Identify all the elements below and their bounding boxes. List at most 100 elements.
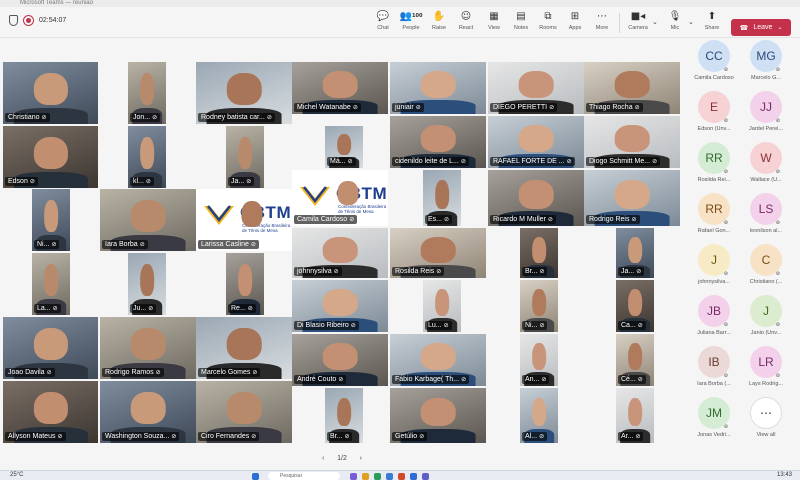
video-tile[interactable]: Di Blasio Ribeiro ⊘ <box>292 280 388 332</box>
video-tile[interactable]: DIEGO PERETTI ⊘ <box>488 62 584 114</box>
roster-participant[interactable]: W Wallace (U... ⊘ <box>742 142 790 183</box>
roster-participant[interactable]: IB Iara Borba (... ⊘ <box>690 346 738 387</box>
view-button[interactable]: ▦ View <box>480 10 508 31</box>
video-tile[interactable]: Washington Souza... ⊘ <box>100 381 196 443</box>
video-tile[interactable]: kl... ⊘ <box>128 126 166 188</box>
roster-participant[interactable]: Jjohnnysilva... ⊘ <box>690 244 738 285</box>
video-tile[interactable]: CBTM Confederação Brasileira de Tênis de … <box>196 189 292 251</box>
view-all-button[interactable]: ⋯ View all <box>742 397 790 438</box>
mic-muted-icon: ⊘ <box>145 178 151 185</box>
participant-name: Ciro Fernandes <box>201 433 250 440</box>
taskbar-search[interactable]: Pesquisar <box>268 472 340 480</box>
video-tile[interactable]: Fábio Karbage( Th... ⊘ <box>390 334 486 386</box>
outlook-icon[interactable] <box>410 473 417 480</box>
roster-participant[interactable]: JJ Jardel Perei... ⊘ <box>742 91 790 132</box>
roster-participant[interactable]: RR Rafael Gon... ⊘ <box>690 193 738 234</box>
raise-hand-button[interactable]: ✋ Raise <box>425 10 453 31</box>
share-button[interactable]: ⬆ Share <box>698 10 726 31</box>
video-tile[interactable]: CBTM Confederação Brasileira de Tênis de … <box>292 170 388 226</box>
video-tile[interactable]: Ni... ⊘ <box>520 280 558 332</box>
weather-widget[interactable]: 25°C <box>10 472 23 478</box>
participant-name: Iara Borba <box>105 241 138 248</box>
video-tile[interactable]: Jon... ⊘ <box>128 62 166 124</box>
teams-icon[interactable] <box>422 473 429 480</box>
video-tile[interactable]: Rosilda Reis ⊘ <box>390 228 486 278</box>
browser-icon[interactable] <box>374 473 381 480</box>
roster-participant[interactable]: RR Rosilda Rei... ⊘ <box>690 142 738 183</box>
roster-participant[interactable]: C Christiano (... ⊘ <box>742 244 790 285</box>
video-tile[interactable]: Br... ⊘ <box>520 228 558 278</box>
video-tile[interactable]: Edson ⊘ <box>3 126 98 188</box>
video-tile[interactable]: Marcelo Gomes ⊘ <box>196 317 292 379</box>
video-tile[interactable]: Rodney batista car... ⊘ <box>196 62 292 124</box>
video-tile[interactable]: Allyson Mateus ⊘ <box>3 381 98 443</box>
participant-video <box>226 328 262 361</box>
video-tile[interactable]: johnnysilva ⊘ <box>292 228 388 278</box>
video-tile[interactable]: Rodrigo Ramos ⊘ <box>100 317 196 379</box>
video-tile[interactable]: Joao Davila ⊘ <box>3 317 98 379</box>
roster-participant[interactable]: LS leonilson al... ⊘ <box>742 193 790 234</box>
video-tile[interactable]: Ju... ⊘ <box>128 253 166 315</box>
video-tile[interactable]: Christiano ⊘ <box>3 62 98 124</box>
video-tile[interactable]: Ciro Fernandes ⊘ <box>196 381 292 443</box>
video-tile[interactable]: cidenildo leite de L... ⊘ <box>390 116 486 168</box>
participant-name-label: Ricardo M Muller ⊘ <box>490 215 556 224</box>
leave-button[interactable]: ☎ Leave ⌄ <box>731 19 791 36</box>
video-tile[interactable]: André Couto ⊘ <box>292 334 388 386</box>
video-tile[interactable]: Ricardo M Muller ⊘ <box>488 170 584 226</box>
taskview-icon[interactable] <box>350 473 357 480</box>
camera-options-chevron-icon[interactable]: ⌄ <box>652 18 658 26</box>
roster-participant[interactable]: LR Lays Rodrig... ⊘ <box>742 346 790 387</box>
rooms-button[interactable]: ⧉ Rooms <box>534 10 562 31</box>
video-tile[interactable]: Thiago Rocha ⊘ <box>584 62 680 114</box>
edge-icon[interactable] <box>386 473 393 480</box>
mic-muted-icon: ⊘ <box>539 433 545 440</box>
file-explorer-icon[interactable] <box>362 473 369 480</box>
video-tile[interactable]: Diogo Schmitt Me... ⊘ <box>584 116 680 168</box>
video-tile[interactable]: Ja... ⊘ <box>226 126 264 188</box>
video-tile[interactable]: Es... ⊘ <box>423 170 461 226</box>
start-menu-icon[interactable] <box>252 473 259 480</box>
video-tile[interactable]: Ni... ⊘ <box>32 189 70 251</box>
video-tile[interactable]: Michel Watanabe ⊘ <box>292 62 388 114</box>
participant-video <box>628 237 642 263</box>
notes-button[interactable]: ▤ Notes <box>507 10 535 31</box>
more-button[interactable]: ⋯ More <box>588 10 616 31</box>
video-tile[interactable]: Al... ⊘ <box>520 388 558 443</box>
video-tile[interactable]: Ca... ⊘ <box>616 280 654 332</box>
video-tile[interactable]: Ar... ⊘ <box>616 388 654 443</box>
video-tile[interactable]: juniair ⊘ <box>390 62 486 114</box>
office-icon[interactable] <box>398 473 405 480</box>
video-tile[interactable]: Cé... ⊘ <box>616 334 654 386</box>
mic-button[interactable]: 🎙 Mic <box>661 10 689 31</box>
video-tile[interactable]: Ja... ⊘ <box>616 228 654 278</box>
mic-options-chevron-icon[interactable]: ⌄ <box>688 18 694 26</box>
participant-video <box>226 392 262 425</box>
prev-page-button[interactable]: ‹ <box>322 455 324 462</box>
mic-muted-icon: ⊘ <box>635 433 641 440</box>
video-tile[interactable]: La... ⊘ <box>32 253 70 315</box>
rooms-icon: ⧉ <box>544 11 552 22</box>
camera-button[interactable]: ■◂ Camera <box>624 10 652 31</box>
video-tile[interactable]: An... ⊘ <box>520 334 558 386</box>
video-tile[interactable]: Rodrigo Reis ⊘ <box>584 170 680 226</box>
video-tile[interactable]: Br... ⊘ <box>325 388 363 443</box>
video-tile[interactable]: Re... ⊘ <box>226 253 264 315</box>
recording-icon[interactable] <box>23 15 34 26</box>
roster-participant[interactable]: E Edson (Unv... ⊘ <box>690 91 738 132</box>
video-tile[interactable]: RAFAEL FORTE DE ... ⊘ <box>488 116 584 168</box>
people-button[interactable]: 👥100 People <box>397 10 425 31</box>
apps-button[interactable]: ⊞ Apps <box>561 10 589 31</box>
video-tile[interactable]: Má... ⊘ <box>325 126 363 168</box>
react-button[interactable]: ☺ React <box>452 10 480 31</box>
next-page-button[interactable]: › <box>360 455 362 462</box>
roster-participant[interactable]: JB Juliana Barr... ⊘ <box>690 295 738 336</box>
roster-participant[interactable]: JM Jonas Vedri... ⊘ <box>690 397 738 438</box>
video-tile[interactable]: Lu... ⊘ <box>423 280 461 332</box>
chat-button[interactable]: 💬 Chat <box>369 10 397 31</box>
roster-participant[interactable]: CC Camila Cardoso ⊘ <box>690 40 738 81</box>
video-tile[interactable]: Iara Borba ⊘ <box>100 189 196 251</box>
video-tile[interactable]: Getúlio ⊘ <box>390 388 486 443</box>
roster-participant[interactable]: MG Marcelo G... ⊘ <box>742 40 790 81</box>
roster-participant[interactable]: J Janio (Unv... ⊘ <box>742 295 790 336</box>
